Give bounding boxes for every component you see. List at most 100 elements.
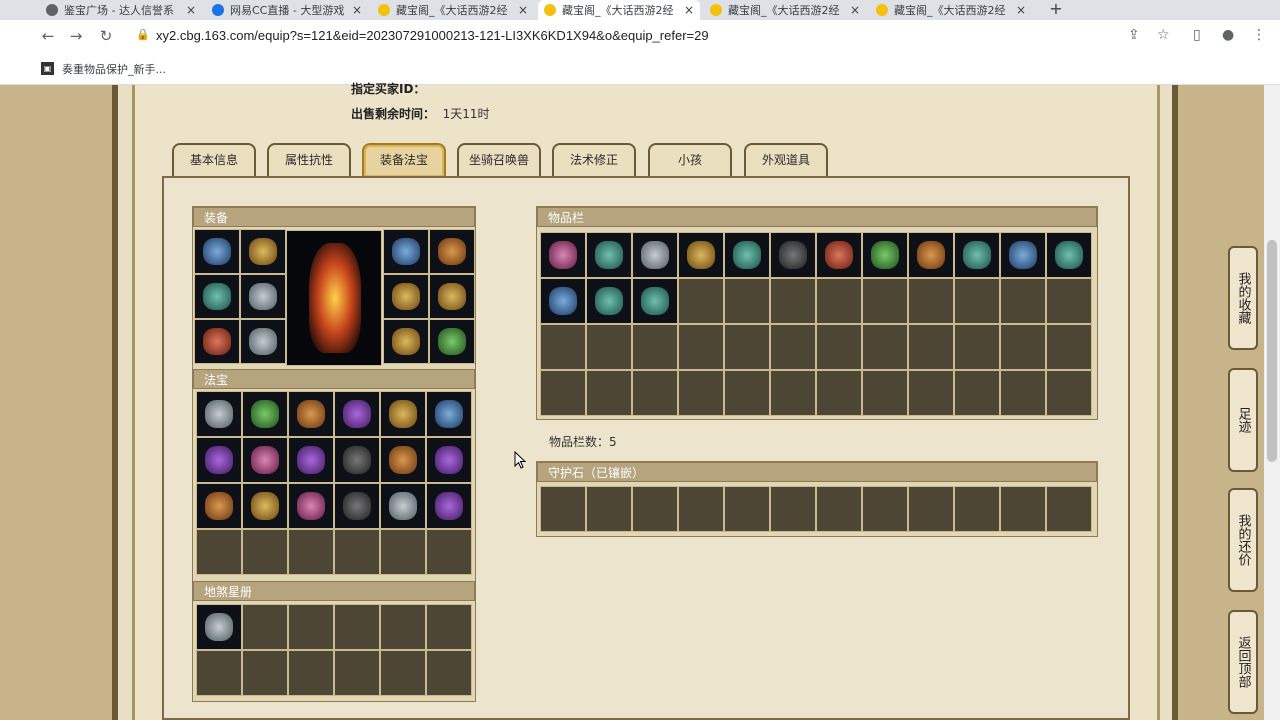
equipment-slot[interactable] [194,229,240,274]
bookmark-item[interactable]: 奏重物品保护_新手... [62,61,166,77]
empty-slot[interactable] [426,604,472,650]
empty-slot[interactable] [1046,370,1092,416]
new-tab-button[interactable]: + [1046,0,1066,20]
inventory-slot[interactable] [724,232,770,278]
side-button[interactable]: 足迹 [1228,368,1258,472]
empty-slot[interactable] [862,324,908,370]
empty-slot[interactable] [632,324,678,370]
close-icon[interactable]: × [850,3,860,17]
empty-slot[interactable] [632,486,678,532]
equipment-slot[interactable] [194,319,240,364]
empty-slot[interactable] [724,324,770,370]
scrollbar-thumb[interactable] [1267,240,1277,462]
forward-icon[interactable]: → [66,26,86,46]
empty-slot[interactable] [862,370,908,416]
equipment-slot[interactable] [383,274,429,319]
inventory-slot[interactable] [678,232,724,278]
equipment-slot[interactable] [383,229,429,274]
tab-item[interactable]: 小孩 [648,143,732,177]
empty-slot[interactable] [770,324,816,370]
empty-slot[interactable] [724,278,770,324]
close-icon[interactable]: × [684,3,694,17]
close-icon[interactable]: × [186,3,196,17]
empty-slot[interactable] [1046,278,1092,324]
equipment-slot[interactable] [240,319,286,364]
equipment-slot[interactable] [429,274,475,319]
empty-slot[interactable] [908,324,954,370]
empty-slot[interactable] [770,278,816,324]
magic-slot[interactable] [196,483,242,529]
inventory-slot[interactable] [632,232,678,278]
inventory-slot[interactable] [540,278,586,324]
empty-slot[interactable] [540,324,586,370]
inventory-slot[interactable] [632,278,678,324]
inventory-slot[interactable] [540,232,586,278]
empty-slot[interactable] [1000,278,1046,324]
empty-slot[interactable] [908,278,954,324]
inventory-slot[interactable] [1000,232,1046,278]
magic-slot[interactable] [334,437,380,483]
empty-slot[interactable] [288,529,334,575]
empty-slot[interactable] [954,370,1000,416]
inventory-slot[interactable] [586,232,632,278]
tab-item[interactable]: 装备法宝 [362,143,446,177]
empty-slot[interactable] [196,650,242,696]
empty-slot[interactable] [1046,324,1092,370]
empty-slot[interactable] [954,324,1000,370]
empty-slot[interactable] [632,370,678,416]
url-text[interactable]: xy2.cbg.163.com/equip?s=121&eid=20230729… [156,28,709,43]
empty-slot[interactable] [954,278,1000,324]
empty-slot[interactable] [196,529,242,575]
tab-item[interactable]: 属性抗性 [267,143,351,177]
magic-slot[interactable] [288,437,334,483]
empty-slot[interactable] [242,650,288,696]
magic-slot[interactable] [380,391,426,437]
empty-slot[interactable] [678,278,724,324]
magic-slot[interactable] [426,391,472,437]
share-icon[interactable]: ⇪ [1128,27,1140,43]
empty-slot[interactable] [334,529,380,575]
equipment-slot[interactable] [240,274,286,319]
magic-slot[interactable] [242,483,288,529]
inventory-slot[interactable] [586,278,632,324]
reload-icon[interactable]: ↻ [96,26,116,46]
side-button[interactable]: 返回顶部 [1228,610,1258,714]
menu-icon[interactable]: ⋮ [1252,27,1266,43]
browser-tab[interactable]: 网易CC直播 - 大型游戏 × [206,0,368,20]
browser-tab[interactable]: 藏宝阁_《大话西游2经 × [870,0,1032,20]
inventory-slot[interactable] [862,232,908,278]
empty-slot[interactable] [678,370,724,416]
empty-slot[interactable] [242,604,288,650]
empty-slot[interactable] [724,486,770,532]
profile-icon[interactable]: ● [1222,27,1234,43]
empty-slot[interactable] [380,529,426,575]
empty-slot[interactable] [862,486,908,532]
empty-slot[interactable] [586,324,632,370]
magic-slot[interactable] [242,437,288,483]
magic-slot[interactable] [196,391,242,437]
empty-slot[interactable] [678,324,724,370]
empty-slot[interactable] [862,278,908,324]
tab-item[interactable]: 基本信息 [172,143,256,177]
empty-slot[interactable] [724,370,770,416]
close-icon[interactable]: × [352,3,362,17]
empty-slot[interactable] [1046,486,1092,532]
empty-slot[interactable] [770,370,816,416]
magic-slot[interactable] [426,437,472,483]
tab-item[interactable]: 外观道具 [744,143,828,177]
empty-slot[interactable] [1000,370,1046,416]
empty-slot[interactable] [908,370,954,416]
empty-slot[interactable] [816,324,862,370]
empty-slot[interactable] [954,486,1000,532]
equipment-slot[interactable] [429,319,475,364]
close-icon[interactable]: × [1016,3,1026,17]
equipment-slot[interactable] [383,319,429,364]
inventory-slot[interactable] [770,232,816,278]
empty-slot[interactable] [426,650,472,696]
magic-slot[interactable] [288,483,334,529]
magic-slot[interactable] [288,391,334,437]
back-icon[interactable]: ← [38,26,58,46]
empty-slot[interactable] [816,486,862,532]
close-icon[interactable]: × [518,3,528,17]
side-button[interactable]: 我的还价 [1228,488,1258,592]
